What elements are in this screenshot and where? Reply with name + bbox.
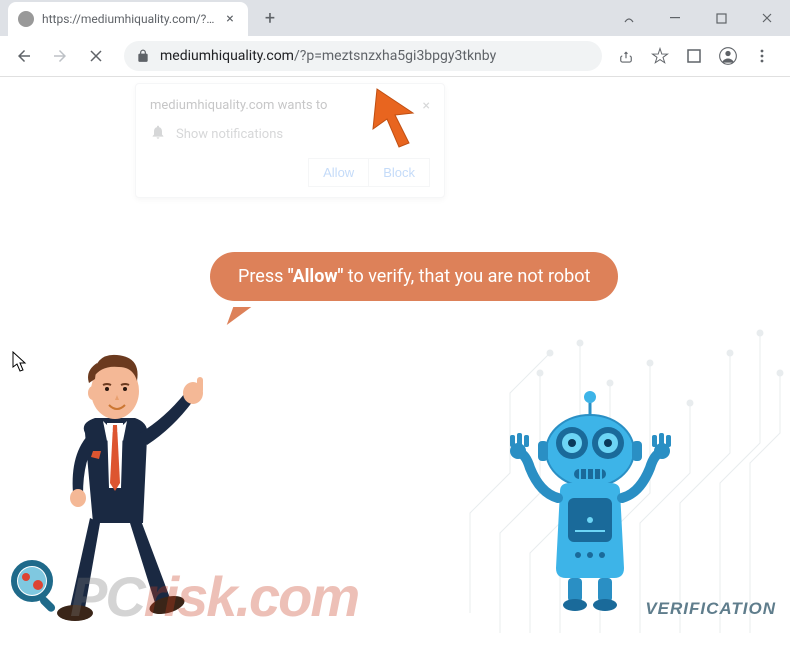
url-host: mediumhiquality.com <box>160 48 294 64</box>
allow-button[interactable]: Allow <box>308 158 368 187</box>
tab-close-button[interactable]: × <box>222 11 238 27</box>
address-bar[interactable]: mediumhiquality.com/?p=meztsnzxha5gi3bpg… <box>124 41 602 71</box>
minimize-line-button[interactable] <box>652 2 698 34</box>
toolbar: mediumhiquality.com/?p=meztsnzxha5gi3bpg… <box>0 36 790 76</box>
page-content: mediumhiquality.com wants to × Show noti… <box>0 77 790 633</box>
speech-bubble: Press "Allow" to verify, that you are no… <box>210 252 618 301</box>
stop-reload-button[interactable] <box>80 40 112 72</box>
profile-icon[interactable] <box>716 44 740 68</box>
tab-favicon <box>18 11 34 27</box>
speech-prefix: Press <box>238 266 288 287</box>
minimize-button[interactable] <box>606 2 652 34</box>
forward-button[interactable] <box>44 40 76 72</box>
back-button[interactable] <box>8 40 40 72</box>
url-text: mediumhiquality.com/?p=meztsnzxha5gi3bpg… <box>160 48 496 64</box>
speech-bold: "Allow" <box>288 266 343 287</box>
browser-tab[interactable]: https://mediumhiquality.com/?p= × <box>8 2 248 36</box>
maximize-button[interactable] <box>698 2 744 34</box>
bell-icon <box>150 124 166 144</box>
extensions-icon[interactable] <box>682 44 706 68</box>
block-button[interactable]: Block <box>368 158 430 187</box>
new-tab-button[interactable]: + <box>256 4 284 32</box>
tab-title: https://mediumhiquality.com/?p= <box>42 12 216 26</box>
share-icon[interactable] <box>614 44 638 68</box>
toolbar-right <box>614 44 782 68</box>
verification-label: VERIFICATION <box>645 599 776 619</box>
notification-title: mediumhiquality.com wants to <box>150 98 327 113</box>
browser-chrome: https://mediumhiquality.com/?p= × + <box>0 0 790 77</box>
url-path: /?p=meztsnzxha5gi3bpgy3tknby <box>294 48 496 64</box>
bookmark-star-icon[interactable] <box>648 44 672 68</box>
pointer-arrow-icon <box>365 85 425 155</box>
tab-bar: https://mediumhiquality.com/?p= × + <box>0 0 790 36</box>
menu-icon[interactable] <box>750 44 774 68</box>
speech-suffix: to verify, that you are not robot <box>343 266 590 287</box>
window-controls <box>606 2 790 34</box>
robot-illustration <box>490 383 690 613</box>
notification-permission-label: Show notifications <box>176 127 283 142</box>
close-window-button[interactable] <box>744 2 790 34</box>
lock-icon <box>136 49 150 63</box>
magnifier-icon <box>8 557 66 615</box>
